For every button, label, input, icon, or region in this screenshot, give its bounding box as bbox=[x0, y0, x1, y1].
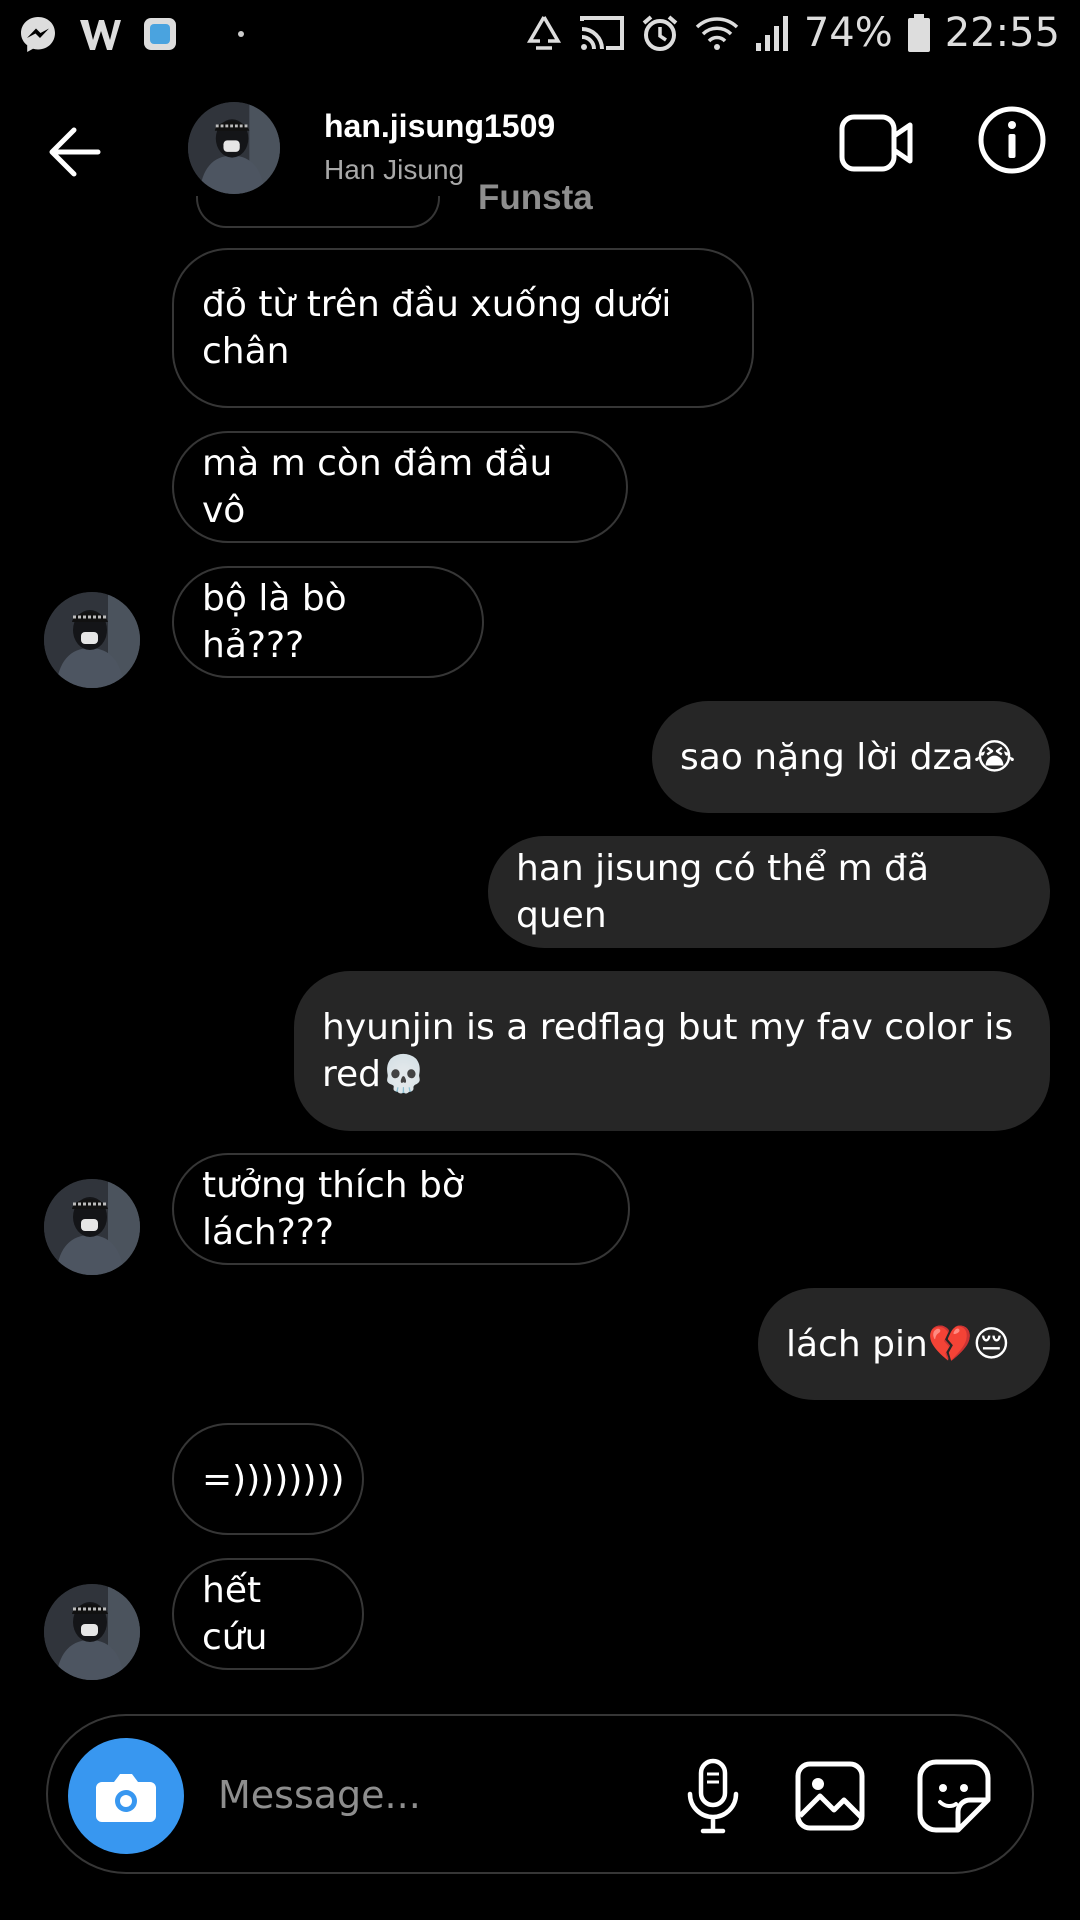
status-bar-system: 74% 22:55 bbox=[524, 10, 1060, 56]
message-text: lách pin💔😔 bbox=[786, 1323, 1011, 1365]
avatar-photo-icon bbox=[44, 592, 140, 688]
incoming-message-bubble[interactable]: tưởng thích bờ lách??? bbox=[172, 1153, 630, 1265]
avatar-photo-icon bbox=[44, 1584, 140, 1680]
message-text: bộ là bò hả??? bbox=[202, 578, 347, 666]
more-notifications-dot bbox=[238, 31, 244, 37]
clock: 22:55 bbox=[944, 10, 1060, 56]
outgoing-message-bubble[interactable]: sao nặng lời dza😭 bbox=[652, 701, 1050, 813]
status-bar: 74% 22:55 bbox=[0, 0, 1080, 76]
avatar-photo-icon bbox=[188, 102, 280, 194]
outgoing-message-bubble[interactable]: han jisung có thể m đã quen bbox=[488, 836, 1050, 948]
status-bar-notifications bbox=[18, 14, 244, 54]
info-icon[interactable] bbox=[976, 104, 1048, 176]
wifi-icon bbox=[695, 17, 739, 50]
battery-percent: 74% bbox=[803, 10, 893, 56]
incoming-message-bubble[interactable]: mà m còn đâm đầu vô bbox=[172, 431, 628, 543]
message-text: mà m còn đâm đầu vô bbox=[202, 443, 553, 531]
incoming-message-bubble[interactable]: hết cứu bbox=[172, 1558, 364, 1670]
message-text: tưởng thích bờ lách??? bbox=[202, 1165, 464, 1253]
contact-full-name: Han Jisung bbox=[324, 154, 465, 185]
w-app-icon bbox=[80, 20, 121, 50]
chat-header: han.jisung1509 Han Jisung Funsta bbox=[0, 90, 1080, 217]
outgoing-message-bubble[interactable]: lách pin💔😔 bbox=[758, 1288, 1050, 1400]
avatar-photo-icon bbox=[44, 1179, 140, 1275]
camera-button[interactable] bbox=[68, 1738, 184, 1854]
sticker-icon[interactable] bbox=[916, 1758, 992, 1834]
sender-avatar[interactable] bbox=[44, 592, 140, 688]
incoming-message-bubble[interactable]: bộ là bò hả??? bbox=[172, 566, 484, 678]
previous-message-bubble bbox=[196, 196, 440, 228]
cast-icon bbox=[579, 16, 624, 50]
message-text: sao nặng lời dza😭 bbox=[680, 736, 1016, 778]
message-text: hết cứu bbox=[202, 1570, 268, 1658]
message-composer bbox=[46, 1714, 1034, 1874]
sender-avatar[interactable] bbox=[44, 1584, 140, 1680]
alarm-icon bbox=[642, 15, 678, 51]
messenger-icon bbox=[21, 17, 55, 52]
message-text: =)))))))) bbox=[202, 1458, 345, 1500]
microphone-icon[interactable] bbox=[678, 1758, 748, 1834]
funsta-label: Funsta bbox=[478, 178, 593, 217]
contact-username[interactable]: han.jisung1509 bbox=[324, 108, 555, 145]
camera-icon bbox=[96, 1774, 156, 1822]
contact-avatar[interactable] bbox=[188, 102, 280, 194]
incoming-message-bubble[interactable]: đỏ từ trên đầu xuống dưới chân bbox=[172, 248, 754, 408]
sender-avatar[interactable] bbox=[44, 1179, 140, 1275]
video-call-icon[interactable] bbox=[838, 112, 914, 174]
gallery-icon[interactable] bbox=[794, 1760, 866, 1832]
outgoing-message-bubble[interactable]: hyunjin is a redflag but my fav color is… bbox=[294, 971, 1050, 1131]
incoming-message-bubble[interactable]: =)))))))) bbox=[172, 1423, 364, 1535]
message-text: hyunjin is a redflag but my fav color is… bbox=[322, 1007, 1014, 1095]
message-text: han jisung có thể m đã quen bbox=[516, 848, 930, 936]
back-arrow-icon[interactable] bbox=[46, 124, 102, 180]
image-app-icon bbox=[144, 18, 176, 50]
battery-icon bbox=[907, 14, 930, 52]
recycle-icon bbox=[526, 16, 561, 50]
message-text: đỏ từ trên đầu xuống dưới chân bbox=[202, 284, 672, 372]
message-input[interactable] bbox=[216, 1762, 680, 1828]
signal-icon bbox=[755, 16, 788, 51]
